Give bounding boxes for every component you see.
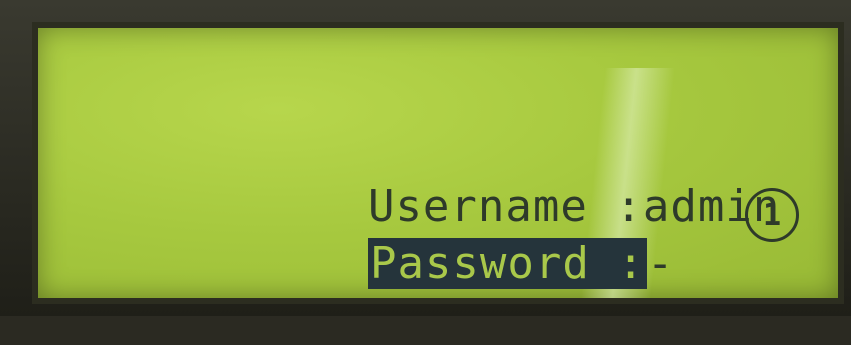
password-label-selected[interactable]: Password : [367, 238, 647, 289]
lcd-bezel: Username :admin Password :- 1 [0, 0, 851, 316]
lcd-screen: Username :admin Password :- 1 [32, 22, 844, 304]
one-circle-icon: 1 [745, 188, 799, 242]
password-line[interactable]: Password :- [203, 183, 674, 345]
status-icon-text: 1 [762, 197, 782, 233]
password-cursor[interactable]: - [647, 238, 675, 289]
